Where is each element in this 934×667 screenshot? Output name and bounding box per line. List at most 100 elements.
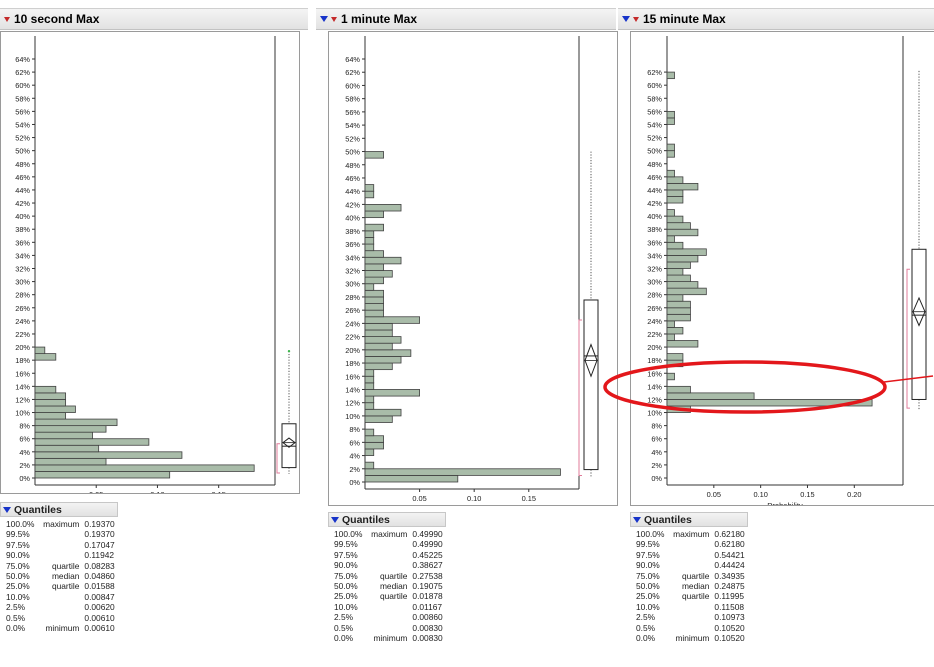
- quantile-row: 10.0% 0.00847: [6, 592, 118, 602]
- quantile-label: maximum: [371, 529, 408, 539]
- y-tick-label: 30%: [345, 280, 360, 289]
- quantiles-header[interactable]: Quantiles: [630, 512, 748, 527]
- quantile-row: 100.0% maximum 0.62180: [636, 529, 748, 539]
- quantile-level: 75.0%: [636, 570, 660, 581]
- histogram-bar: [666, 300, 691, 309]
- y-tick-label: 26%: [15, 304, 30, 313]
- quantile-value: 0.17047: [84, 539, 115, 550]
- histogram-bar: [364, 474, 459, 483]
- quantile-label: [37, 592, 84, 602]
- histogram-bar: [34, 353, 57, 361]
- quantile-label: quartile: [51, 581, 80, 592]
- histogram-bar: [34, 431, 93, 440]
- disclosure-triangle-icon[interactable]: [331, 516, 339, 523]
- quantile-row: 50.0% median 0.19075: [334, 581, 446, 591]
- quantile-level: 50.0%: [6, 571, 30, 582]
- y-tick-label: 46%: [15, 173, 30, 182]
- red-triangle-menu-icon[interactable]: [4, 16, 10, 22]
- histogram-bar: [666, 71, 675, 80]
- panel-header[interactable]: 10 second Max: [0, 8, 308, 30]
- histogram-bar: [34, 471, 171, 479]
- quantile-label: maximum: [43, 519, 80, 529]
- quantile-level: 90.0%: [334, 560, 358, 571]
- histogram-bar: [34, 418, 118, 427]
- y-tick-label: 52%: [345, 134, 360, 143]
- histogram-bar: [666, 340, 699, 348]
- y-tick-label: 44%: [345, 187, 360, 196]
- quantile-row: 97.5% 0.45225: [334, 550, 446, 560]
- quantile-value: 0.00830: [412, 622, 443, 633]
- y-tick-label: 20%: [647, 343, 662, 352]
- y-tick-label: 54%: [345, 121, 360, 130]
- y-tick-label: 60%: [647, 81, 662, 90]
- y-tick-label: 38%: [15, 225, 30, 234]
- histogram-bar: [666, 248, 707, 256]
- panel-header[interactable]: 15 minute Max: [618, 8, 934, 30]
- disclosure-triangle-icon[interactable]: [320, 16, 328, 22]
- histogram-bar: [666, 150, 675, 158]
- y-tick-label: 8%: [349, 425, 360, 434]
- x-tick-label: 0.15: [211, 490, 225, 493]
- y-tick-label: 52%: [15, 134, 30, 143]
- histogram-bar: [666, 274, 691, 282]
- histogram-bar: [34, 438, 150, 446]
- quantile-row: 97.5% 0.54421: [636, 550, 748, 560]
- y-tick-label: 48%: [345, 161, 360, 170]
- y-tick-label: 34%: [345, 253, 360, 262]
- quantile-label: [365, 539, 412, 549]
- y-tick-label: 24%: [345, 319, 360, 328]
- quantiles-header[interactable]: Quantiles: [0, 502, 118, 517]
- histogram-bar: [364, 316, 420, 324]
- y-tick-label: 58%: [345, 95, 360, 104]
- shortest-half-bracket: [906, 268, 910, 409]
- y-tick-label: 16%: [15, 369, 30, 378]
- y-tick-label: 6%: [349, 438, 360, 447]
- histogram-bar: [666, 255, 699, 263]
- histogram-bar: [34, 412, 67, 420]
- histogram-bar: [364, 243, 375, 252]
- disclosure-triangle-icon[interactable]: [3, 506, 11, 513]
- y-tick-label: 6%: [19, 435, 30, 444]
- quantile-level: 0.0%: [334, 633, 354, 644]
- y-tick-label: 12%: [15, 395, 30, 404]
- quantile-row: 90.0% 0.11942: [6, 550, 118, 560]
- quantile-row: 100.0% maximum 0.49990: [334, 529, 446, 539]
- disclosure-triangle-icon[interactable]: [622, 16, 630, 22]
- boxplot-box: [583, 299, 599, 471]
- histogram-frame: 0% 2% 4% 6% 8% 10% 12% 14% 16% 18% 20% 22% 24% 26% 28%…: [328, 31, 618, 506]
- quantile-label: minimum: [45, 623, 80, 634]
- y-tick-label: 2%: [19, 461, 30, 470]
- quantile-level: 2.5%: [636, 612, 656, 623]
- red-triangle-menu-icon[interactable]: [633, 16, 639, 22]
- quantile-value: 0.45225: [412, 549, 443, 560]
- quantile-row: 90.0% 0.38627: [334, 560, 446, 570]
- quantile-level: 0.0%: [6, 623, 26, 634]
- y-tick-label: 36%: [15, 238, 30, 247]
- y-tick-label: 28%: [647, 291, 662, 300]
- y-tick-label: 50%: [345, 148, 360, 157]
- red-triangle-menu-icon[interactable]: [331, 16, 337, 22]
- quantiles-header[interactable]: Quantiles: [328, 512, 446, 527]
- quantile-label: maximum: [673, 529, 710, 539]
- quantile-row: 90.0% 0.44424: [636, 560, 748, 570]
- quantile-level: 0.5%: [334, 622, 354, 633]
- histogram-bar: [364, 322, 393, 331]
- quantile-row: 0.0% minimum 0.00610: [6, 623, 118, 633]
- y-tick-label: 16%: [647, 369, 662, 378]
- quantile-level: 10.0%: [6, 591, 30, 602]
- quantile-label: minimum: [675, 633, 710, 644]
- y-tick-label: 56%: [15, 107, 30, 116]
- quantile-value: 0.01588: [84, 581, 115, 592]
- y-tick-label: 18%: [647, 356, 662, 365]
- quantile-level: 50.0%: [334, 581, 358, 592]
- panel-header[interactable]: 1 minute Max: [316, 8, 616, 30]
- quantile-row: 97.5% 0.17047: [6, 540, 118, 550]
- histogram-bar: [364, 362, 393, 371]
- histogram-frame: 0% 2% 4% 6% 8% 10% 12% 14% 16% 18% 20% 22% 24% 26% 28%…: [0, 31, 300, 494]
- histogram-bar: [364, 395, 375, 404]
- disclosure-triangle-icon[interactable]: [633, 516, 641, 523]
- y-tick-label: 42%: [345, 200, 360, 209]
- y-tick-label: 28%: [15, 291, 30, 300]
- quantile-level: 0.5%: [6, 612, 26, 623]
- y-tick-label: 60%: [15, 81, 30, 90]
